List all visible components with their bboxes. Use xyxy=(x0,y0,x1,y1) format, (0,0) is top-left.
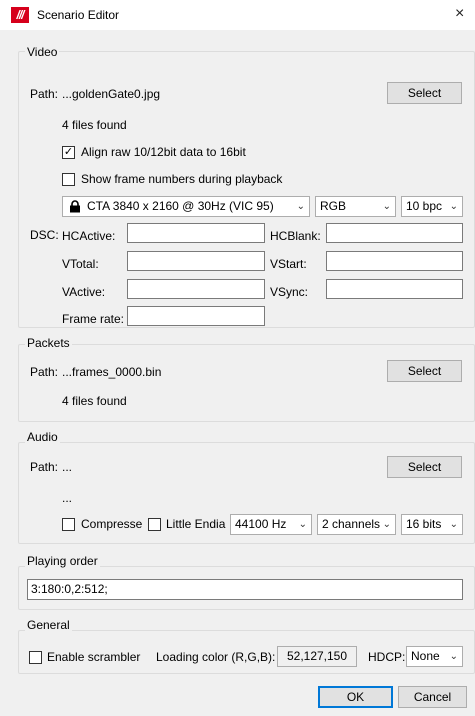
loading-color-field[interactable]: 52,127,150 xyxy=(277,646,357,667)
playing-order-input[interactable]: 3:180:0,2:512; xyxy=(27,579,463,600)
chevron-down-icon: ⌄ xyxy=(296,201,305,212)
packets-path-label: Path: xyxy=(30,365,59,379)
chevron-down-icon: ⌄ xyxy=(382,201,391,212)
hdcp-select[interactable]: None ⌄ xyxy=(406,646,463,667)
hdcp-label: HDCP: xyxy=(368,650,406,664)
scrambler-label[interactable]: Enable scrambler xyxy=(47,650,140,664)
chevron-down-icon: ⌄ xyxy=(449,519,458,530)
sample-rate-value: 44100 Hz xyxy=(235,517,287,531)
packets-path-value: ...frames_0000.bin xyxy=(62,365,162,379)
align-checkbox[interactable]: ✓ xyxy=(62,146,75,159)
hcactive-label: HCActive: xyxy=(62,229,116,243)
framerate-label: Frame rate: xyxy=(62,312,125,326)
vactive-label: VActive: xyxy=(62,285,106,299)
vactive-field[interactable] xyxy=(127,279,265,299)
framerate-field[interactable] xyxy=(127,306,265,326)
cancel-button[interactable]: Cancel xyxy=(398,686,467,708)
chevron-down-icon: ⌄ xyxy=(449,201,458,212)
bpc-select[interactable]: 10 bpc ⌄ xyxy=(401,196,463,217)
chevron-down-icon: ⌄ xyxy=(382,519,391,530)
packets-select-button[interactable]: Select xyxy=(387,360,462,382)
hcblank-label: HCBlank: xyxy=(270,229,321,243)
close-icon[interactable]: × xyxy=(455,5,464,23)
dsc-label: DSC: xyxy=(30,228,59,242)
video-path-label: Path: xyxy=(30,87,59,101)
little-endian-checkbox[interactable] xyxy=(148,518,161,531)
show-frames-checkbox[interactable] xyxy=(62,173,75,186)
app-logo-icon: /// xyxy=(11,7,29,23)
channels-value: 2 channels xyxy=(322,517,381,531)
bits-select[interactable]: 16 bits ⌄ xyxy=(401,514,463,535)
scrambler-checkbox[interactable] xyxy=(29,651,42,664)
lock-icon xyxy=(70,200,80,213)
chevron-down-icon: ⌄ xyxy=(449,651,458,662)
channels-select[interactable]: 2 channels ⌄ xyxy=(317,514,396,535)
video-select-button[interactable]: Select xyxy=(387,82,462,104)
bpc-value: 10 bpc xyxy=(406,199,443,213)
vtotal-field[interactable] xyxy=(127,251,265,271)
little-endian-label[interactable]: Little Endia xyxy=(166,517,225,531)
compress-checkbox[interactable] xyxy=(62,518,75,531)
vtotal-label: VTotal: xyxy=(62,257,99,271)
chevron-down-icon: ⌄ xyxy=(298,519,307,530)
align-label[interactable]: Align raw 10/12bit data to 16bit xyxy=(81,145,246,159)
video-files-found: 4 files found xyxy=(62,118,127,132)
vstart-label: VStart: xyxy=(270,257,307,271)
audio-path-label: Path: xyxy=(30,460,59,474)
hcactive-field[interactable] xyxy=(127,223,265,243)
bits-value: 16 bits xyxy=(406,517,442,531)
audio-group-label: Audio xyxy=(25,430,60,444)
loading-color-label: Loading color (R,G,B): xyxy=(156,650,276,664)
vstart-field[interactable] xyxy=(326,251,463,271)
audio-select-button[interactable]: Select xyxy=(387,456,462,478)
playing-order-group-label: Playing order xyxy=(25,554,100,568)
general-group-label: General xyxy=(25,618,72,632)
vsync-label: VSync: xyxy=(270,285,309,299)
window-title: Scenario Editor xyxy=(37,8,120,22)
packets-group-label: Packets xyxy=(25,336,72,350)
color-format-select[interactable]: RGB ⌄ xyxy=(315,196,396,217)
video-group-label: Video xyxy=(25,45,60,59)
packets-group xyxy=(18,344,475,422)
hdcp-value: None xyxy=(411,649,440,663)
audio-path-value: ... xyxy=(62,460,73,474)
show-frames-label[interactable]: Show frame numbers during playback xyxy=(81,172,282,186)
audio-status: ... xyxy=(62,491,73,505)
hcblank-field[interactable] xyxy=(326,223,463,243)
video-path-value: ...goldenGate0.jpg xyxy=(62,87,161,101)
packets-files-found: 4 files found xyxy=(62,394,127,408)
color-format-value: RGB xyxy=(320,199,347,213)
compress-label[interactable]: Compresse xyxy=(81,517,142,531)
ok-button[interactable]: OK xyxy=(318,686,393,708)
vsync-field[interactable] xyxy=(326,279,463,299)
timing-select[interactable]: CTA 3840 x 2160 @ 30Hz (VIC 95) ⌄ xyxy=(62,196,310,217)
timing-select-value: CTA 3840 x 2160 @ 30Hz (VIC 95) xyxy=(87,199,274,213)
sample-rate-select[interactable]: 44100 Hz ⌄ xyxy=(230,514,312,535)
